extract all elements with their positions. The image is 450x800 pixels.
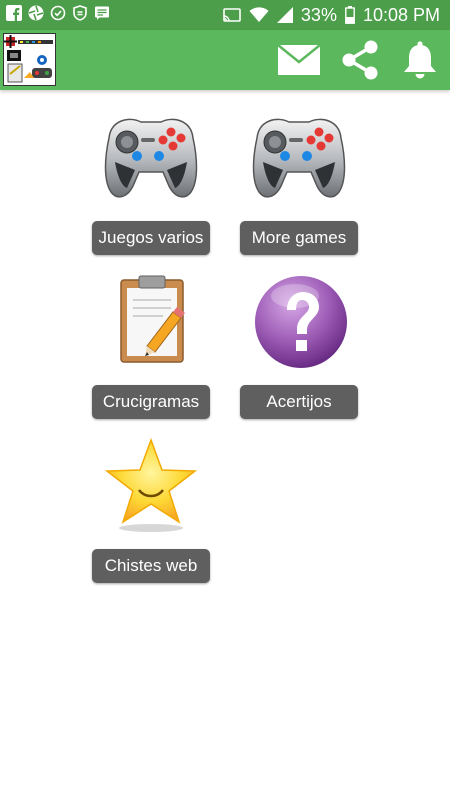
gamepad-icon bbox=[104, 118, 198, 198]
status-bar: 33% 10:08 PM bbox=[0, 0, 450, 30]
star-icon bbox=[104, 437, 198, 532]
menu-item-label[interactable]: Chistes web bbox=[92, 549, 210, 583]
menu-item-crucigramas[interactable]: Crucigramas bbox=[92, 272, 210, 422]
shield-icon bbox=[73, 5, 87, 21]
aperture-icon bbox=[28, 5, 44, 21]
battery-icon bbox=[345, 6, 355, 24]
bell-icon bbox=[404, 41, 436, 79]
menu-item-label[interactable]: Acertijos bbox=[240, 385, 358, 419]
cast-icon bbox=[223, 7, 241, 22]
system-icons: 33% 10:08 PM bbox=[223, 4, 440, 26]
question-icon bbox=[255, 276, 347, 368]
share-button[interactable] bbox=[338, 40, 382, 80]
clipboard-pencil-icon bbox=[120, 275, 185, 363]
facebook-icon bbox=[6, 5, 22, 21]
menu-item-label[interactable]: Juegos varios bbox=[92, 221, 210, 255]
menu-item-label[interactable]: More games bbox=[240, 221, 358, 255]
clock: 10:08 PM bbox=[362, 5, 440, 25]
menu-item-label[interactable]: Crucigramas bbox=[92, 385, 210, 419]
wifi-icon bbox=[249, 7, 269, 22]
menu-item-chistes-web[interactable]: Chistes web bbox=[92, 436, 210, 586]
app-bar bbox=[0, 30, 450, 90]
signal-icon bbox=[276, 7, 293, 23]
menu-item-more-games[interactable]: More games bbox=[240, 108, 358, 258]
battery-percent: 33% bbox=[300, 5, 337, 25]
share-icon bbox=[342, 40, 378, 80]
check-circle-icon bbox=[50, 5, 66, 21]
mail-button[interactable] bbox=[277, 40, 321, 80]
gamepad-icon bbox=[252, 118, 346, 198]
app-logo[interactable] bbox=[3, 33, 56, 86]
mail-icon bbox=[277, 44, 321, 75]
menu-item-juegos-varios[interactable]: Juegos varios bbox=[92, 108, 210, 258]
notifications-button[interactable] bbox=[398, 40, 442, 80]
notification-icons bbox=[6, 5, 110, 21]
logo-icon bbox=[4, 35, 53, 83]
message-icon bbox=[95, 6, 109, 20]
menu-item-acertijos[interactable]: Acertijos bbox=[240, 272, 358, 422]
